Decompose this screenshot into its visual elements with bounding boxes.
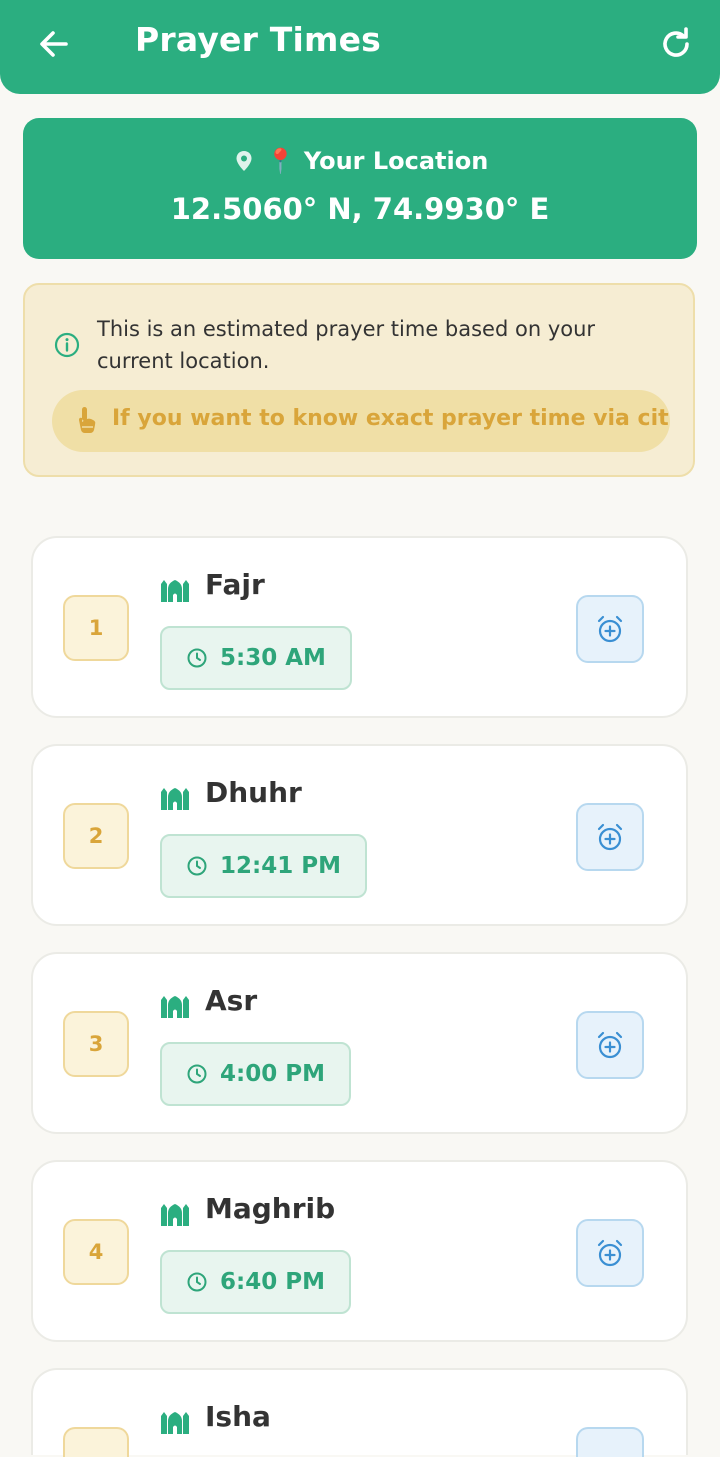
clock-icon: [187, 856, 207, 876]
prayer-name: Asr: [205, 984, 258, 1017]
prayer-index-badge: 3: [63, 1011, 129, 1077]
prayer-name: Maghrib: [205, 1192, 336, 1225]
alarm-add-icon: [597, 615, 623, 643]
prayer-time: 5:30 AM: [220, 645, 326, 671]
prayer-index-badge: 2: [63, 803, 129, 869]
estimate-notice: This is an estimated prayer time based o…: [23, 283, 695, 477]
prayer-time: 12:41 PM: [220, 853, 341, 879]
clock-icon: [187, 1272, 207, 1292]
prayer-time-pill: 4:00 PM: [160, 1042, 351, 1106]
page-title: Prayer Times: [135, 20, 382, 59]
prayer-name: Dhuhr: [205, 776, 302, 809]
location-coordinates: 12.5060° N, 74.9930° E: [170, 192, 550, 226]
prayer-index-badge: 4: [63, 1219, 129, 1285]
prayer-card-asr: 3 Asr 4:00 PM: [31, 952, 688, 1134]
set-alarm-button[interactable]: [576, 1427, 644, 1457]
location-label: 📍 Your Location: [265, 147, 489, 175]
prayer-card-fajr: 1 Fajr 5:30 AM: [31, 536, 688, 718]
arrow-left-icon: [40, 31, 68, 57]
city-prayer-time-link[interactable]: If you want to know exact prayer time vi…: [52, 390, 670, 452]
mosque-icon: [161, 1412, 189, 1434]
alarm-add-icon: [597, 1239, 623, 1267]
location-pin-icon: [236, 151, 252, 171]
mosque-icon: [161, 1204, 189, 1226]
mosque-icon: [161, 580, 189, 602]
set-alarm-button[interactable]: [576, 1219, 644, 1287]
prayer-name: Fajr: [205, 568, 265, 601]
prayer-card-isha: Isha: [31, 1368, 688, 1457]
prayer-time-pill: 5:30 AM: [160, 626, 352, 690]
clock-icon: [187, 1064, 207, 1084]
info-circle-icon: [54, 332, 80, 358]
app-header: Prayer Times: [0, 0, 720, 94]
set-alarm-button[interactable]: [576, 595, 644, 663]
location-card: 📍 Your Location 12.5060° N, 74.9930° E: [23, 118, 697, 259]
mosque-icon: [161, 996, 189, 1018]
prayer-index-badge: [63, 1427, 129, 1457]
prayer-name: Isha: [205, 1400, 271, 1433]
notice-text: This is an estimated prayer time based o…: [97, 317, 596, 373]
prayer-card-maghrib: 4 Maghrib 6:40 PM: [31, 1160, 688, 1342]
prayer-time-pill: 6:40 PM: [160, 1250, 351, 1314]
refresh-icon: [663, 27, 689, 57]
prayer-card-dhuhr: 2 Dhuhr 12:41 PM: [31, 744, 688, 926]
prayer-time-pill: 12:41 PM: [160, 834, 367, 898]
set-alarm-button[interactable]: [576, 803, 644, 871]
refresh-button[interactable]: [656, 24, 696, 64]
location-label-row: 📍 Your Location: [23, 144, 697, 178]
prayer-time: 6:40 PM: [220, 1269, 325, 1295]
set-alarm-button[interactable]: [576, 1011, 644, 1079]
prayer-time: 4:00 PM: [220, 1061, 325, 1087]
pointing-hand-icon: [79, 407, 96, 433]
prayer-index-badge: 1: [63, 595, 129, 661]
alarm-add-icon: [597, 1031, 623, 1059]
mosque-icon: [161, 788, 189, 810]
back-button[interactable]: [34, 24, 74, 64]
alarm-add-icon: [597, 823, 623, 851]
city-prompt-text: If you want to know exact prayer time vi…: [112, 406, 670, 431]
clock-icon: [187, 648, 207, 668]
